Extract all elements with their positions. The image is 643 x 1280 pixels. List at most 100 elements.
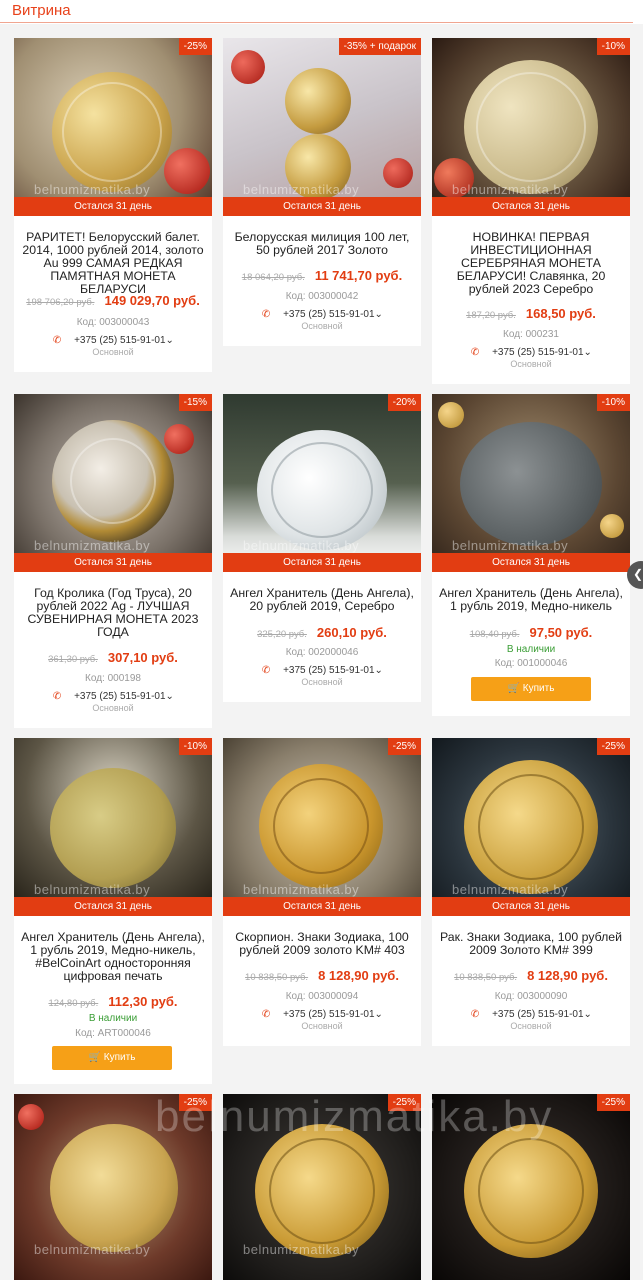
phone-icon: ✆ xyxy=(470,1009,480,1020)
product-title[interactable]: Ангел Хранитель (День Ангела), 20 рублей… xyxy=(229,587,415,613)
old-price: 187,20 руб. xyxy=(466,310,516,321)
phone-label: Основной xyxy=(301,677,343,687)
buy-button[interactable]: 🛒 Купить xyxy=(471,677,591,701)
phone-number[interactable]: +375 (25) 515-91-01⌄ xyxy=(492,347,592,358)
phone-number[interactable]: +375 (25) 515-91-01⌄ xyxy=(74,691,174,702)
discount-badge: -10% xyxy=(178,738,212,755)
old-price: 18 064,20 руб. xyxy=(241,272,305,283)
product-image[interactable]: belnumizmatika.by -25% Остался 31 день xyxy=(14,38,212,216)
product-image[interactable]: belnumizmatika.by -15% Остался 31 день xyxy=(14,394,212,572)
stock-status: В наличии xyxy=(506,644,556,655)
phone-number[interactable]: +375 (25) 515-91-01⌄ xyxy=(492,1009,592,1020)
phone-selector[interactable]: ✆ +375 (25) 515-91-01⌄ xyxy=(223,665,421,676)
phone-label: Основной xyxy=(301,321,343,331)
discount-badge: -35% + подарок xyxy=(338,38,421,55)
discount-badge: -25% xyxy=(178,38,212,55)
product-card[interactable]: belnumizmatika.by -10% Остался 31 день А… xyxy=(14,738,212,1084)
product-card[interactable]: belnumizmatika.by -25% Остался 31 день Р… xyxy=(14,38,212,372)
current-price: 112,30 руб. xyxy=(108,994,178,1009)
phone-selector[interactable]: ✆ +375 (25) 515-91-01⌄ xyxy=(223,309,421,320)
countdown-timer: Остался 31 день xyxy=(14,897,212,916)
phone-number[interactable]: +375 (25) 515-91-01⌄ xyxy=(283,1009,383,1020)
price-block: 361,30 руб. 307,10 руб. xyxy=(14,649,212,667)
stock-status: В наличии xyxy=(88,1013,138,1024)
product-card[interactable]: belnumizmatika.by -10% Остался 31 день А… xyxy=(432,394,630,716)
product-title[interactable]: Скорпион. Знаки Зодиака, 100 рублей 2009… xyxy=(229,931,415,957)
phone-selector[interactable]: ✆ +375 (25) 515-91-01⌄ xyxy=(223,1009,421,1020)
image-watermark: belnumizmatika.by xyxy=(34,882,151,897)
image-watermark: belnumizmatika.by xyxy=(34,1242,151,1257)
current-price: 97,50 руб. xyxy=(529,625,593,640)
product-title[interactable]: Белорусская милиция 100 лет, 50 рублей 2… xyxy=(229,231,415,257)
image-watermark: belnumizmatika.by xyxy=(243,882,360,897)
phone-number[interactable]: +375 (25) 515-91-01⌄ xyxy=(74,335,174,346)
current-price: 149 029,70 руб. xyxy=(104,293,200,308)
product-card[interactable]: belnumizmatika.by -10% Остался 31 день Н… xyxy=(432,38,630,384)
discount-badge: -25% xyxy=(387,738,421,755)
product-image[interactable]: belnumizmatika.by -25% Остался 31 день xyxy=(432,738,630,916)
product-title[interactable]: Ангел Хранитель (День Ангела), 1 рубль 2… xyxy=(20,931,206,983)
image-watermark: belnumizmatika.by xyxy=(243,182,360,197)
discount-badge: -25% xyxy=(596,738,630,755)
product-image[interactable]: belnumizmatika.by -10% Остался 31 день xyxy=(432,38,630,216)
image-watermark: belnumizmatika.by xyxy=(34,538,151,553)
cart-icon: 🛒 xyxy=(507,683,523,694)
countdown-timer: Остался 31 день xyxy=(223,197,421,216)
phone-label: Основной xyxy=(510,1021,552,1031)
current-price: 8 128,90 руб. xyxy=(318,968,399,983)
product-card[interactable]: belnumizmatika.by -15% Остался 31 день Г… xyxy=(14,394,212,728)
phone-selector[interactable]: ✆ +375 (25) 515-91-01⌄ xyxy=(14,691,212,702)
old-price: 361,30 руб. xyxy=(48,654,98,665)
product-card[interactable]: belnumizmatika.by -20% Остался 31 день А… xyxy=(223,394,421,702)
image-watermark: belnumizmatika.by xyxy=(34,182,151,197)
countdown-timer: Остался 31 день xyxy=(223,553,421,572)
phone-selector[interactable]: ✆ +375 (25) 515-91-01⌄ xyxy=(14,335,212,346)
discount-badge: -10% xyxy=(596,38,630,55)
product-card[interactable]: belnumizmatika.by -25% Остался 31 день С… xyxy=(223,738,421,1046)
phone-selector[interactable]: ✆ +375 (25) 515-91-01⌄ xyxy=(432,347,630,358)
product-code: Код: 003000094 xyxy=(285,991,359,1002)
product-title[interactable]: НОВИНКА! ПЕРВАЯ ИНВЕСТИЦИОННАЯ СЕРЕБРЯНА… xyxy=(438,231,624,296)
image-watermark: belnumizmatika.by xyxy=(452,538,569,553)
discount-badge: -20% xyxy=(387,394,421,411)
price-block: 108,40 руб. 97,50 руб. xyxy=(432,624,630,642)
product-image[interactable]: belnumizmatika.by -20% Остался 31 день xyxy=(223,394,421,572)
product-image[interactable]: belnumizmatika.by -10% Остался 31 день xyxy=(432,394,630,572)
price-block: 187,20 руб. 168,50 руб. xyxy=(432,305,630,323)
section-header: Витрина xyxy=(0,0,643,24)
product-card[interactable]: belnumizmatika.by -35% + подарок Остался… xyxy=(223,38,421,346)
product-image[interactable]: belnumizmatika.by -25% Остался 31 день xyxy=(223,738,421,916)
product-title[interactable]: Рак. Знаки Зодиака, 100 рублей 2009 Золо… xyxy=(438,931,624,957)
product-title[interactable]: Год Кролика (Год Труса), 20 рублей 2022 … xyxy=(20,587,206,639)
old-price: 124,80 руб. xyxy=(48,998,99,1009)
phone-number[interactable]: +375 (25) 515-91-01⌄ xyxy=(283,665,383,676)
price-block: 10 838,50 руб. 8 128,90 руб. xyxy=(223,967,421,985)
product-title[interactable]: Ангел Хранитель (День Ангела), 1 рубль 2… xyxy=(438,587,624,613)
product-code: Код: 000231 xyxy=(503,329,559,340)
image-watermark: belnumizmatika.by xyxy=(243,1242,360,1257)
discount-badge: -25% xyxy=(596,1094,630,1111)
product-title[interactable]: РАРИТЕТ! Белорусский балет. 2014, 1000 р… xyxy=(20,231,206,296)
phone-icon: ✆ xyxy=(261,309,271,320)
section-title: Витрина xyxy=(12,2,71,19)
phone-number[interactable]: +375 (25) 515-91-01⌄ xyxy=(283,309,383,320)
product-code: Код: ART000046 xyxy=(75,1028,151,1039)
buy-button[interactable]: 🛒 Купить xyxy=(52,1046,172,1070)
price-block: 10 838,50 руб. 8 128,90 руб. xyxy=(432,967,630,985)
old-price: 10 838,50 руб. xyxy=(245,972,309,983)
page-watermark: belnumizmatika.by xyxy=(155,1092,554,1141)
old-price: 325,20 руб. xyxy=(257,629,307,640)
phone-label: Основной xyxy=(92,703,134,713)
phone-selector[interactable]: ✆ +375 (25) 515-91-01⌄ xyxy=(432,1009,630,1020)
phone-icon: ✆ xyxy=(470,347,480,358)
image-watermark: belnumizmatika.by xyxy=(243,538,360,553)
current-price: 8 128,90 руб. xyxy=(527,968,608,983)
phone-label: Основной xyxy=(301,1021,343,1031)
phone-icon: ✆ xyxy=(52,335,62,346)
product-image[interactable]: belnumizmatika.by -35% + подарок Остался… xyxy=(223,38,421,216)
product-image[interactable]: belnumizmatika.by -10% Остался 31 день xyxy=(14,738,212,916)
section-divider xyxy=(0,22,633,23)
product-card[interactable]: belnumizmatika.by -25% Остался 31 день Р… xyxy=(432,738,630,1046)
chevron-left-icon: ❮ xyxy=(633,567,643,581)
phone-icon: ✆ xyxy=(261,1009,271,1020)
